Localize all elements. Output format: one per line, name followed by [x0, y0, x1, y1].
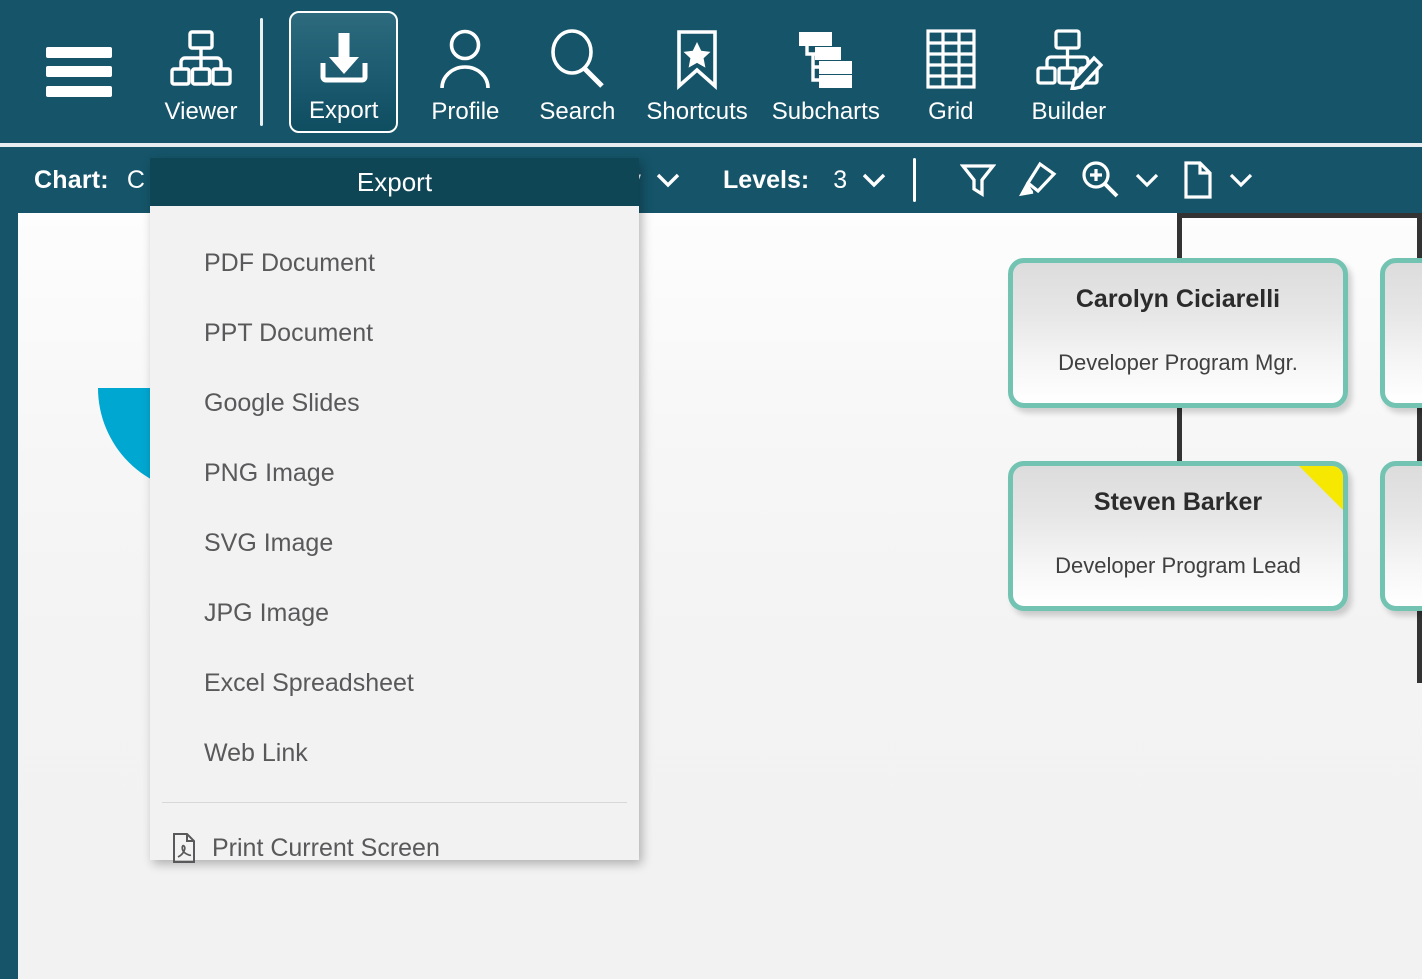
menu-item-google-slides[interactable]: Google Slides	[150, 368, 639, 438]
pdf-file-icon	[164, 832, 204, 864]
org-node-card[interactable]: Carolyn Ciciarelli Developer Program Mgr…	[1008, 258, 1348, 408]
menu-item-label: PDF Document	[204, 248, 375, 277]
main-toolbar: Viewer Export Profile Search Shortcuts S…	[0, 0, 1422, 143]
export-dropdown-menu[interactable]: Export PDF Document PPT Document Google …	[150, 158, 639, 863]
toolbar-label-viewer: Viewer	[164, 97, 238, 125]
menu-divider	[162, 802, 627, 803]
levels-selector[interactable]: Levels: 3	[681, 166, 887, 195]
hamburger-icon[interactable]	[46, 46, 112, 97]
connector-line	[1177, 401, 1182, 461]
subchart-tree-icon	[794, 22, 858, 96]
hamburger-bar	[46, 85, 112, 97]
levels-value: 3	[833, 165, 848, 194]
chevron-down-icon[interactable]	[1134, 172, 1160, 188]
funnel-filter-icon[interactable]	[960, 161, 997, 199]
org-node-card-partial[interactable]	[1380, 461, 1422, 611]
org-node-name: Carolyn Ciciarelli	[1075, 285, 1281, 313]
left-gutter	[0, 213, 18, 979]
connector-line	[1177, 213, 1422, 218]
bookmark-star-icon	[671, 22, 723, 96]
export-menu-list: PDF Document PPT Document Google Slides …	[150, 206, 639, 883]
toolbar-button-search[interactable]: Search	[532, 12, 622, 132]
toolbar-label-search: Search	[539, 97, 616, 125]
toolbar-button-profile[interactable]: Profile	[420, 12, 510, 132]
menu-item-label: Print Current Screen	[212, 833, 440, 862]
chevron-down-icon[interactable]	[861, 172, 887, 188]
toolbar-label-builder: Builder	[1031, 97, 1107, 125]
download-tray-icon	[313, 21, 375, 95]
org-node-card[interactable]: Steven Barker Developer Program Lead	[1008, 461, 1348, 611]
chart-label: Chart:	[34, 165, 109, 194]
toolbar-button-export[interactable]: Export	[289, 10, 399, 133]
menu-item-pdf-document[interactable]: PDF Document	[150, 228, 639, 298]
menu-item-label: PPT Document	[204, 318, 374, 347]
menu-item-png-image[interactable]: PNG Image	[150, 438, 639, 508]
menu-item-label: PNG Image	[204, 458, 335, 487]
zoom-in-icon[interactable]	[1080, 160, 1120, 200]
menu-item-label: SVG Image	[204, 528, 334, 557]
menu-item-jpg-image[interactable]: JPG Image	[150, 578, 639, 648]
menu-item-web-link[interactable]: Web Link	[150, 718, 639, 788]
toolbar-label-shortcuts: Shortcuts	[646, 97, 748, 125]
hamburger-bar	[46, 66, 112, 77]
person-icon	[435, 22, 495, 96]
levels-label: Levels:	[723, 165, 810, 194]
connector-line	[1177, 213, 1182, 258]
toolbar-divider	[260, 17, 263, 126]
toolbar-button-builder[interactable]: Builder	[1024, 12, 1114, 132]
chevron-down-icon[interactable]	[1228, 172, 1254, 188]
org-chart-icon	[168, 22, 234, 96]
magnifier-icon	[546, 22, 608, 96]
app-window: Viewer Export Profile Search Shortcuts S…	[0, 0, 1422, 979]
menu-item-ppt-document[interactable]: PPT Document	[150, 298, 639, 368]
menu-item-label: Excel Spreadsheet	[204, 668, 414, 697]
toolbar-label-subcharts: Subcharts	[771, 97, 880, 125]
highlighter-pen-icon[interactable]	[1018, 161, 1058, 199]
chart-pencil-icon	[1034, 22, 1104, 96]
org-node-card-partial[interactable]	[1380, 258, 1422, 408]
toolbar-button-grid[interactable]: Grid	[906, 12, 996, 132]
chevron-down-icon[interactable]	[655, 172, 681, 188]
menu-item-label: Google Slides	[204, 388, 360, 417]
table-grid-icon	[924, 22, 978, 96]
menu-item-print-current-screen[interactable]: Print Current Screen	[150, 813, 639, 883]
toolbar-label-export: Export	[309, 96, 379, 124]
hamburger-bar	[46, 46, 112, 58]
toolbar-label-profile: Profile	[431, 97, 500, 125]
document-page-icon[interactable]	[1182, 160, 1214, 200]
toolbar-button-viewer[interactable]: Viewer	[156, 12, 246, 132]
menu-item-label: Web Link	[204, 738, 308, 767]
org-node-title: Developer Program Mgr.	[1058, 350, 1298, 375]
chart-name-value[interactable]: C	[127, 166, 145, 195]
org-node-name: Steven Barker	[1093, 488, 1263, 516]
toolbar-button-subcharts[interactable]: Subcharts	[766, 12, 886, 132]
menu-item-svg-image[interactable]: SVG Image	[150, 508, 639, 578]
export-menu-title: Export	[150, 158, 639, 206]
toolbar-button-shortcuts[interactable]: Shortcuts	[640, 12, 753, 132]
org-node-title: Developer Program Lead	[1055, 553, 1301, 578]
toolbar-label-grid: Grid	[928, 97, 974, 125]
menu-item-excel-spreadsheet[interactable]: Excel Spreadsheet	[150, 648, 639, 718]
toolbar-divider	[913, 158, 917, 202]
menu-item-label: JPG Image	[204, 598, 330, 627]
